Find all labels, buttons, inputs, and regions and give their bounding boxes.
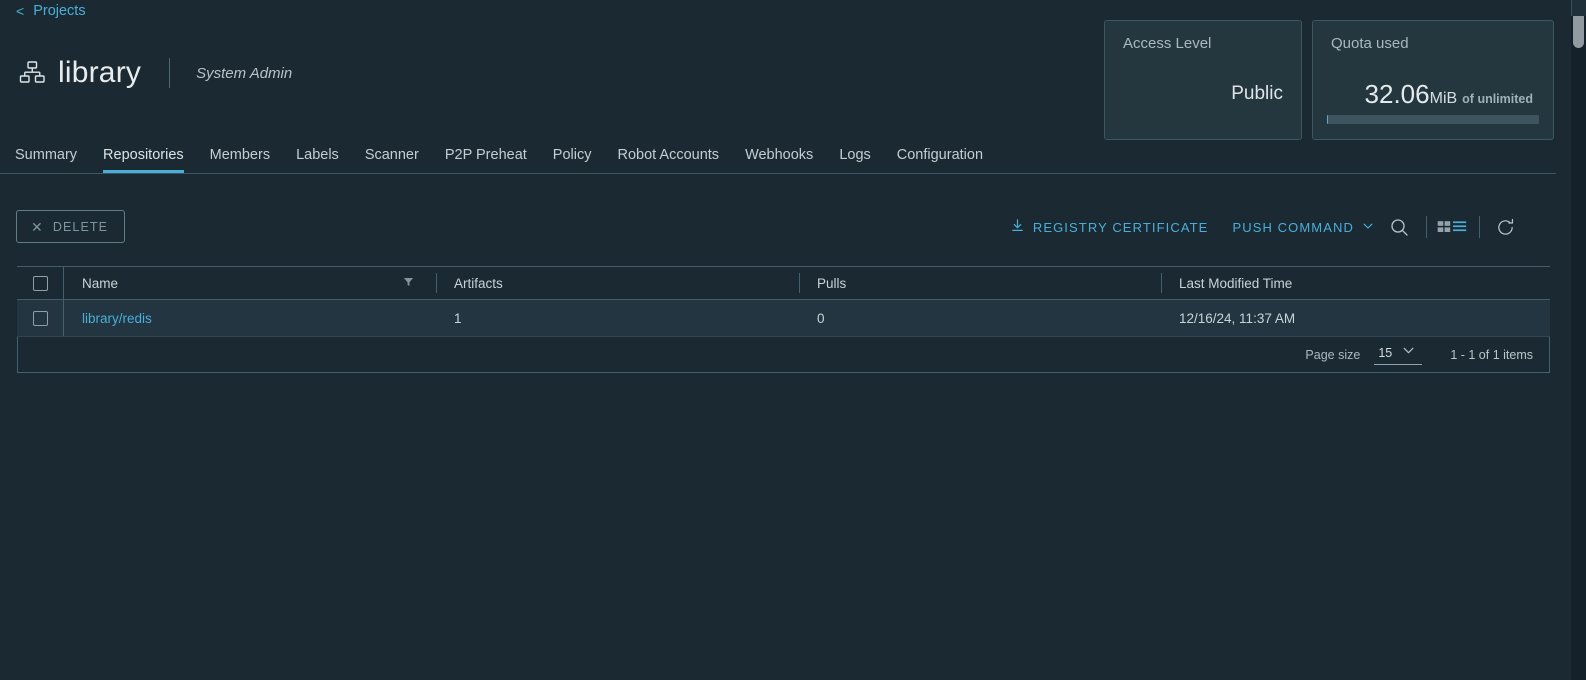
quota-limit-label: of unlimited (1462, 92, 1533, 106)
column-header-last-modified-time[interactable]: Last Modified Time (1161, 267, 1550, 299)
select-all-cell (17, 267, 64, 299)
project-role-label: System Admin (196, 65, 292, 82)
access-level-title: Access Level (1123, 35, 1211, 52)
back-chevron-icon: < (16, 4, 24, 18)
column-header-pulls[interactable]: Pulls (799, 267, 1161, 299)
search-icon[interactable] (1384, 213, 1414, 241)
breadcrumb-projects-link[interactable]: < Projects (16, 0, 86, 22)
hierarchy-icon (18, 59, 46, 87)
project-header: library System Admin (18, 50, 292, 96)
row-checkbox[interactable] (33, 311, 48, 326)
page-size-select[interactable]: 15 (1374, 344, 1422, 365)
column-header-artifacts[interactable]: Artifacts (436, 267, 799, 299)
breadcrumb-label: Projects (33, 3, 85, 19)
row-select-cell (17, 300, 64, 336)
table-header-row: Name Artifacts Pulls Last Modified Time (17, 266, 1550, 300)
tab-webhooks[interactable]: Webhooks (745, 148, 813, 174)
tab-members[interactable]: Members (210, 148, 270, 174)
project-tabs: Summary Repositories Members Labels Scanner P… (0, 145, 1556, 174)
tab-configuration[interactable]: Configuration (897, 148, 983, 174)
page-scrollbar[interactable] (1571, 0, 1586, 680)
cell-pulls: 0 (799, 300, 1161, 336)
access-level-value: Public (1105, 83, 1283, 105)
cell-name: library/redis (64, 300, 436, 336)
table-footer: Page size 15 1 - 1 of 1 items (17, 337, 1550, 373)
close-icon: ✕ (31, 220, 44, 234)
repository-link[interactable]: library/redis (82, 311, 152, 326)
quota-used-value: 32.06MiB of unlimited (1313, 79, 1533, 110)
download-icon (1010, 218, 1025, 236)
tab-p2p-preheat[interactable]: P2P Preheat (445, 148, 527, 174)
quota-used-title: Quota used (1331, 35, 1409, 52)
table-row[interactable]: library/redis 1 0 12/16/24, 11:37 AM (17, 300, 1550, 337)
cell-last-modified-time: 12/16/24, 11:37 AM (1161, 300, 1550, 336)
quota-used-card: Quota used 32.06MiB of unlimited (1312, 20, 1554, 140)
tab-repositories[interactable]: Repositories (103, 148, 184, 174)
filter-icon[interactable] (403, 276, 414, 291)
tab-summary[interactable]: Summary (15, 148, 77, 174)
registry-certificate-button[interactable]: REGISTRY CERTIFICATE (1010, 218, 1209, 236)
push-command-button[interactable]: PUSH COMMAND (1232, 220, 1374, 235)
scrollbar-top-cap (1571, 0, 1586, 16)
page-title: library (58, 58, 141, 88)
toolbar-divider-2 (1479, 216, 1480, 238)
access-level-card: Access Level Public (1104, 20, 1302, 140)
tab-labels[interactable]: Labels (296, 148, 339, 174)
title-divider (169, 58, 170, 88)
column-header-name[interactable]: Name (64, 267, 436, 299)
chevron-down-icon (1362, 220, 1374, 235)
select-all-checkbox[interactable] (33, 276, 48, 291)
repositories-table: Name Artifacts Pulls Last Modified Time (16, 265, 1551, 374)
toolbar-right-actions: REGISTRY CERTIFICATE PUSH COMMAND (986, 212, 1520, 242)
tab-logs[interactable]: Logs (839, 148, 870, 174)
column-header-artifacts-label: Artifacts (454, 276, 503, 291)
quota-unit: MiB (1430, 90, 1458, 107)
cell-artifacts: 1 (436, 300, 799, 336)
tab-scanner[interactable]: Scanner (365, 148, 419, 174)
tab-robot-accounts[interactable]: Robot Accounts (617, 148, 719, 174)
registry-certificate-label: REGISTRY CERTIFICATE (1033, 220, 1209, 235)
page-size-label: Page size (1305, 348, 1360, 362)
delete-button-label: DELETE (53, 220, 108, 234)
column-header-last-modified-time-label: Last Modified Time (1179, 276, 1292, 291)
chevron-down-icon (1402, 344, 1415, 362)
toolbar-divider-1 (1426, 216, 1427, 238)
page-size-value: 15 (1378, 346, 1392, 360)
column-header-name-label: Name (82, 276, 118, 291)
column-header-pulls-label: Pulls (817, 276, 846, 291)
refresh-icon[interactable] (1490, 213, 1520, 241)
quota-progress-bar (1327, 115, 1539, 124)
delete-button[interactable]: ✕ DELETE (16, 210, 125, 243)
quota-progress-fill (1327, 115, 1328, 124)
push-command-label: PUSH COMMAND (1232, 220, 1354, 235)
pagination-range: 1 - 1 of 1 items (1450, 348, 1533, 362)
quota-amount: 32.06 (1365, 79, 1430, 109)
repositories-action-bar: ✕ DELETE REGISTRY CERTIFICATE PUSH COMMA… (0, 200, 1556, 252)
tab-policy[interactable]: Policy (553, 148, 592, 174)
grid-list-view-icon[interactable] (1437, 213, 1467, 241)
project-repositories-page: < Projects library System Admin Access L… (0, 0, 1586, 680)
